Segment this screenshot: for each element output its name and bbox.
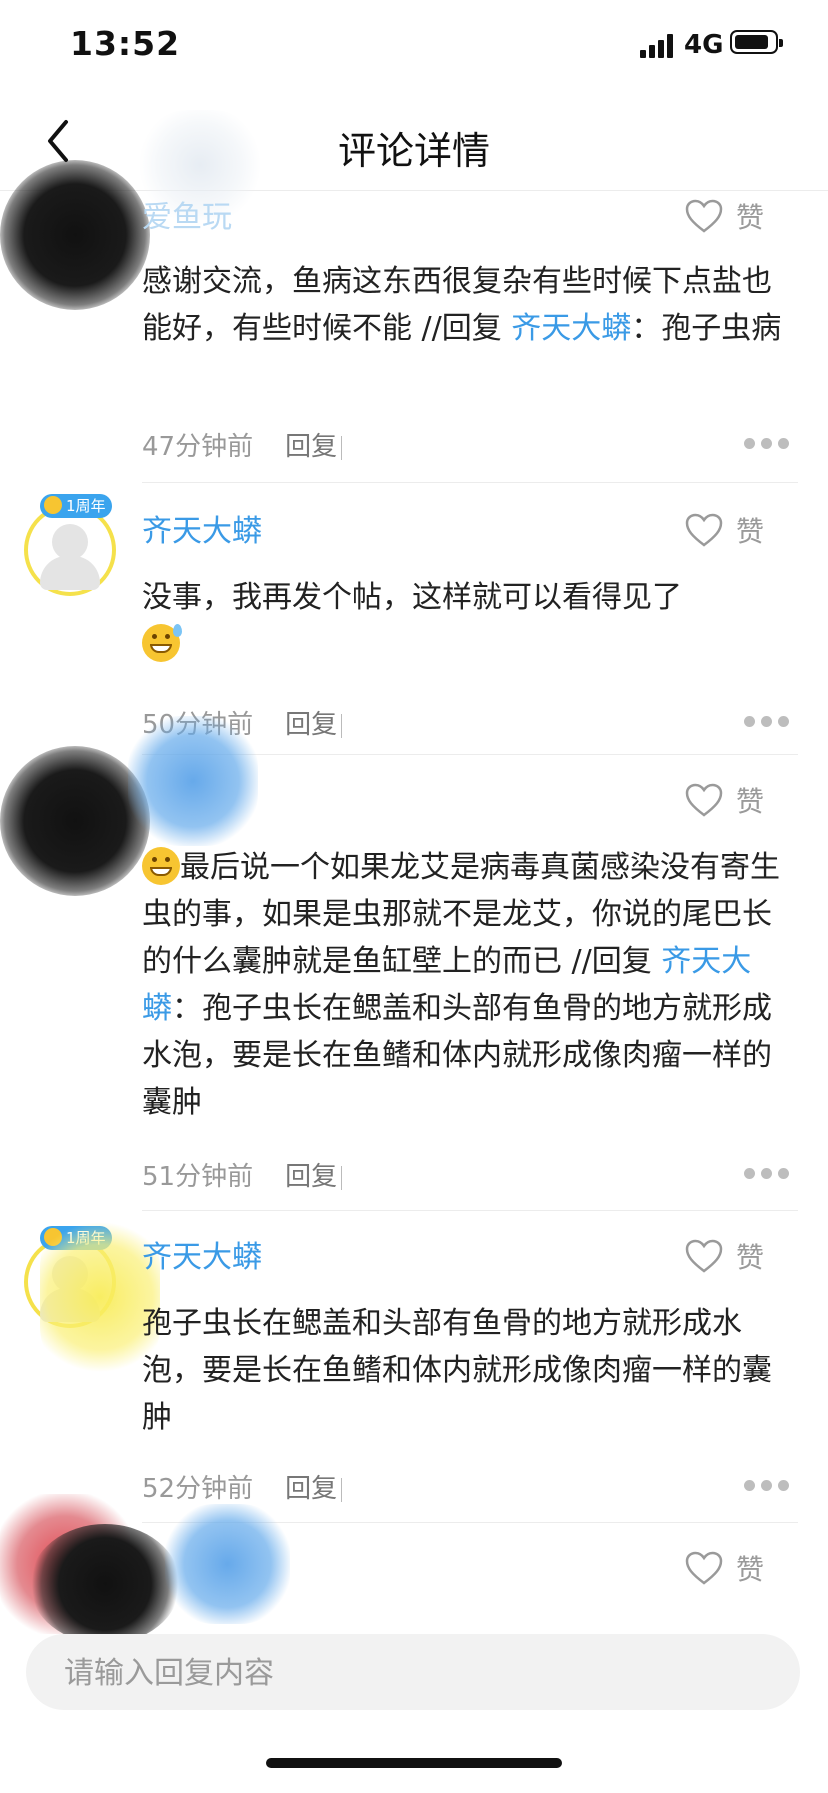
status-time: 13:52 <box>70 24 181 63</box>
comment-content: 最后说一个如果龙艾是病毒真菌感染没有寄生虫的事，如果是虫那就不是龙艾，你说的尾巴… <box>142 844 782 1126</box>
status-bar: 13:52 4G <box>0 0 828 92</box>
comment-meta: 47分钟前 回复 <box>142 426 342 463</box>
avatar[interactable]: 1周年 <box>24 494 116 596</box>
reply-button[interactable]: 回复 <box>285 710 342 740</box>
like-label: 赞 <box>736 1241 765 1274</box>
grin-emoji <box>142 847 180 885</box>
redaction-mark <box>30 1524 180 1644</box>
heart-icon <box>685 1551 723 1585</box>
comment-time: 51分钟前 <box>142 1162 254 1192</box>
mention-link[interactable]: 齐天大蟒 <box>511 311 631 346</box>
reply-input[interactable] <box>62 1634 766 1712</box>
redaction-mark <box>165 1504 290 1624</box>
home-indicator[interactable] <box>266 1758 562 1768</box>
comment-username[interactable]: 齐天大蟒 <box>142 1232 262 1276</box>
like-button[interactable]: 赞 <box>684 780 794 820</box>
more-options-icon[interactable] <box>744 1480 790 1492</box>
like-button[interactable]: 赞 <box>684 510 794 550</box>
reply-input-bar <box>26 1634 800 1712</box>
more-options-icon[interactable] <box>744 438 790 450</box>
heart-icon <box>685 199 723 233</box>
reply-button[interactable]: 回复 <box>285 432 342 462</box>
heart-icon <box>685 1239 723 1273</box>
comment-time: 52分钟前 <box>142 1474 254 1504</box>
signal-icon <box>640 34 680 58</box>
comment-time: 47分钟前 <box>142 432 254 462</box>
comment-text: 孢子虫长在鳃盖和头部有鱼骨的地方就形成水泡，要是长在鱼鳍和体内就形成像肉瘤一样的… <box>142 1306 772 1435</box>
battery-icon <box>730 30 783 54</box>
page-title: 评论详情 <box>337 129 490 173</box>
comment-meta: 52分钟前 回复 <box>142 1468 342 1505</box>
divider <box>142 1210 798 1211</box>
like-button[interactable]: 赞 <box>684 196 794 236</box>
divider <box>142 482 798 483</box>
like-label: 赞 <box>736 201 765 234</box>
comment-meta: 51分钟前 回复 <box>142 1156 342 1193</box>
network-type: 4G <box>684 30 724 60</box>
comment-item: 赞 <box>0 1494 828 1644</box>
like-label: 赞 <box>736 785 765 818</box>
comment-item: 爱鱼玩 赞 感谢交流，鱼病这东西很复杂有些时候下点盐也能好，有些时候不能 //回… <box>0 110 828 483</box>
grin-sweat-emoji <box>142 624 182 662</box>
more-options-icon[interactable] <box>744 716 790 728</box>
comment-text: ：孢子虫病 <box>631 311 782 346</box>
comment-content: 感谢交流，鱼病这东西很复杂有些时候下点盐也能好，有些时候不能 //回复 齐天大蟒… <box>142 258 782 352</box>
heart-icon <box>685 513 723 547</box>
comment-username[interactable]: 爱鱼玩 <box>142 192 232 236</box>
heart-icon <box>685 783 723 817</box>
comment-username[interactable]: 齐天大蟒 <box>142 506 262 550</box>
anniversary-badge: 1周年 <box>40 494 112 518</box>
comment-text: ：孢子虫长在鳃盖和头部有鱼骨的地方就形成水泡，要是长在鱼鳍和体内就形成像肉瘤一样… <box>142 991 772 1120</box>
comment-content: 没事，我再发个帖，这样就可以看得见了 <box>142 574 782 668</box>
like-label: 赞 <box>736 515 765 548</box>
avatar[interactable] <box>0 160 150 310</box>
comment-item: 1周年 齐天大蟒 赞 孢子虫长在鳃盖和头部有鱼骨的地方就形成水泡，要是长在鱼鳍和… <box>0 1212 828 1524</box>
nav-bar: 评论详情 <box>0 92 828 191</box>
comment-item: 赞 最后说一个如果龙艾是病毒真菌感染没有寄生虫的事，如果是虫那就不是龙艾，你说的… <box>0 716 828 1212</box>
comment-text: 没事，我再发个帖，这样就可以看得见了 <box>142 580 682 615</box>
reply-button[interactable]: 回复 <box>285 1162 342 1192</box>
more-options-icon[interactable] <box>744 1168 790 1180</box>
like-button[interactable]: 赞 <box>684 1236 794 1276</box>
comment-item: 1周年 齐天大蟒 赞 没事，我再发个帖，这样就可以看得见了 50分钟前回复 <box>0 484 828 756</box>
like-button[interactable]: 赞 <box>684 1548 794 1588</box>
reply-button[interactable]: 回复 <box>285 1474 342 1504</box>
redaction-mark <box>128 716 258 846</box>
like-label: 赞 <box>736 1553 765 1586</box>
comment-content: 孢子虫长在鳃盖和头部有鱼骨的地方就形成水泡，要是长在鱼鳍和体内就形成像肉瘤一样的… <box>142 1300 782 1441</box>
